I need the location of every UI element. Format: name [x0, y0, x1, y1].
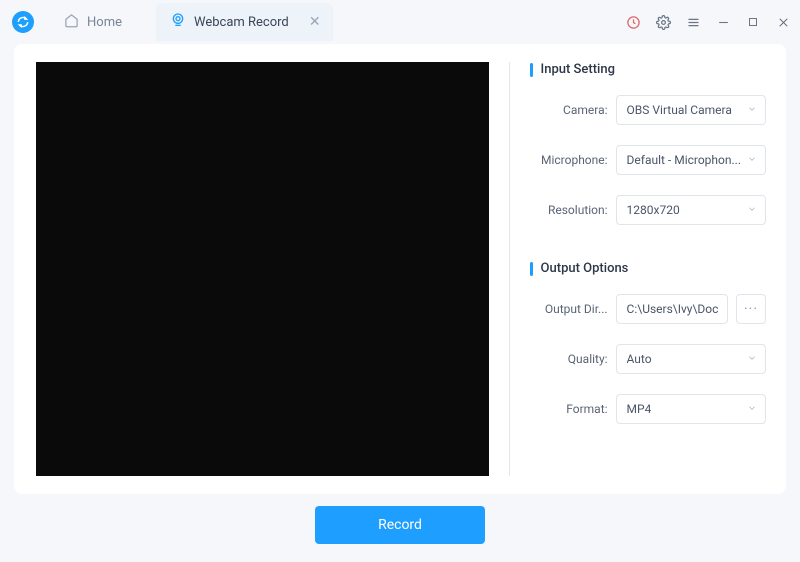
output-dir-label: Output Dir...: [530, 302, 608, 316]
chevron-down-icon: [747, 352, 757, 366]
output-section-title: Output Options: [530, 261, 766, 276]
input-section-title: Input Setting: [530, 62, 766, 77]
home-icon: [64, 13, 79, 32]
window-controls: [624, 13, 792, 31]
tab-webcam-record[interactable]: Webcam Record ✕: [156, 3, 333, 41]
format-label: Format:: [530, 402, 608, 416]
record-button[interactable]: Record: [315, 506, 485, 544]
chevron-down-icon: [747, 103, 757, 117]
microphone-select[interactable]: Default - Microphon...: [616, 145, 766, 175]
app-logo: [12, 11, 34, 33]
maximize-icon[interactable]: [744, 13, 762, 31]
format-select[interactable]: MP4: [616, 394, 766, 424]
resolution-select[interactable]: 1280x720: [616, 195, 766, 225]
footer: Record: [14, 494, 786, 544]
microphone-label: Microphone:: [530, 153, 608, 167]
close-icon[interactable]: [774, 13, 792, 31]
menu-icon[interactable]: [684, 13, 702, 31]
camera-select[interactable]: OBS Virtual Camera: [616, 95, 766, 125]
output-dir-field[interactable]: C:\Users\Ivy\Doc: [616, 294, 728, 324]
minimize-icon[interactable]: [714, 13, 732, 31]
resolution-label: Resolution:: [530, 203, 608, 217]
tab-active-label: Webcam Record: [194, 15, 289, 30]
main-panel: Input Setting Camera: OBS Virtual Camera…: [14, 44, 786, 494]
quality-select[interactable]: Auto: [616, 344, 766, 374]
tab-home-label: Home: [87, 15, 122, 30]
chevron-down-icon: [747, 153, 757, 167]
tab-close-icon[interactable]: ✕: [307, 14, 323, 30]
tab-home[interactable]: Home: [46, 13, 140, 32]
titlebar: Home Webcam Record ✕: [0, 0, 800, 44]
webcam-preview: [36, 62, 489, 476]
settings-icon[interactable]: [654, 13, 672, 31]
webcam-icon: [170, 12, 186, 32]
camera-label: Camera:: [530, 103, 608, 117]
chevron-down-icon: [747, 203, 757, 217]
settings-panel: Input Setting Camera: OBS Virtual Camera…: [530, 62, 766, 476]
vertical-divider: [509, 62, 510, 476]
history-icon[interactable]: [624, 13, 642, 31]
chevron-down-icon: [747, 402, 757, 416]
quality-label: Quality:: [530, 352, 608, 366]
browse-dir-button[interactable]: ···: [736, 294, 766, 324]
